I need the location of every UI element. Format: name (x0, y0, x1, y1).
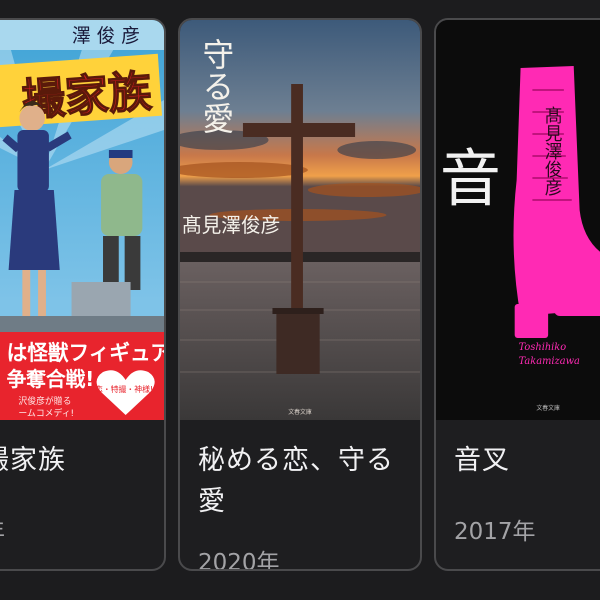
cover-publisher: 文春文庫 (536, 404, 560, 412)
cover-author: 澤 俊 彦 (72, 25, 140, 47)
cover-band-small1: 沢俊彦が贈る (18, 395, 71, 407)
cover-publisher: 文春文庫 (288, 408, 312, 416)
cover-heart-text: 恋・特撮・神様!! (95, 384, 156, 394)
book-card[interactable]: 澤 俊 彦 撮家族 は怪獣フィギュア 争奪合戦! 沢俊彦が贈る ームコメディ! … (0, 18, 166, 571)
book-year: 2020年 (198, 550, 280, 571)
book-carousel: 澤 俊 彦 撮家族 は怪獣フィギュア 争奪合戦! 沢俊彦が贈る ームコメディ! … (0, 0, 600, 600)
book-year: 年 (0, 517, 5, 547)
book-cover-image: 音 髙見澤俊彦 Toshihiko Takamizawa 文春文庫 (436, 20, 600, 420)
cover-band-line1: は怪獣フィギュア (7, 341, 164, 365)
book-title: 秘める恋、守る愛 (198, 445, 394, 517)
book-cover-image: 澤 俊 彦 撮家族 は怪獣フィギュア 争奪合戦! 沢俊彦が贈る ームコメディ! … (0, 20, 164, 420)
book-year: 2017年 (454, 519, 536, 545)
book-card[interactable]: 守る愛 髙見澤俊彦 文春文庫 秘める恋、守る愛 2020年 (178, 18, 422, 571)
book-card[interactable]: 音 髙見澤俊彦 Toshihiko Takamizawa 文春文庫 音叉 201… (434, 18, 600, 571)
book-title: 撮家族 (0, 445, 66, 476)
cover-band-line2: 争奪合戦! (7, 368, 95, 391)
cover-title-left: 守る愛 (198, 38, 234, 134)
cover-author: 髙見澤俊彦 (542, 106, 563, 196)
cover-author: 髙見澤俊彦 (182, 214, 280, 237)
book-title: 音叉 (454, 445, 510, 476)
cover-romaji-line1: Toshihiko (519, 342, 567, 353)
cover-title: 音 (440, 143, 501, 216)
book-cover-image: 守る愛 髙見澤俊彦 文春文庫 (180, 20, 420, 420)
cover-band-small2: ームコメディ! (18, 407, 74, 419)
cover-romaji-line2: Takamizawa (519, 356, 580, 367)
